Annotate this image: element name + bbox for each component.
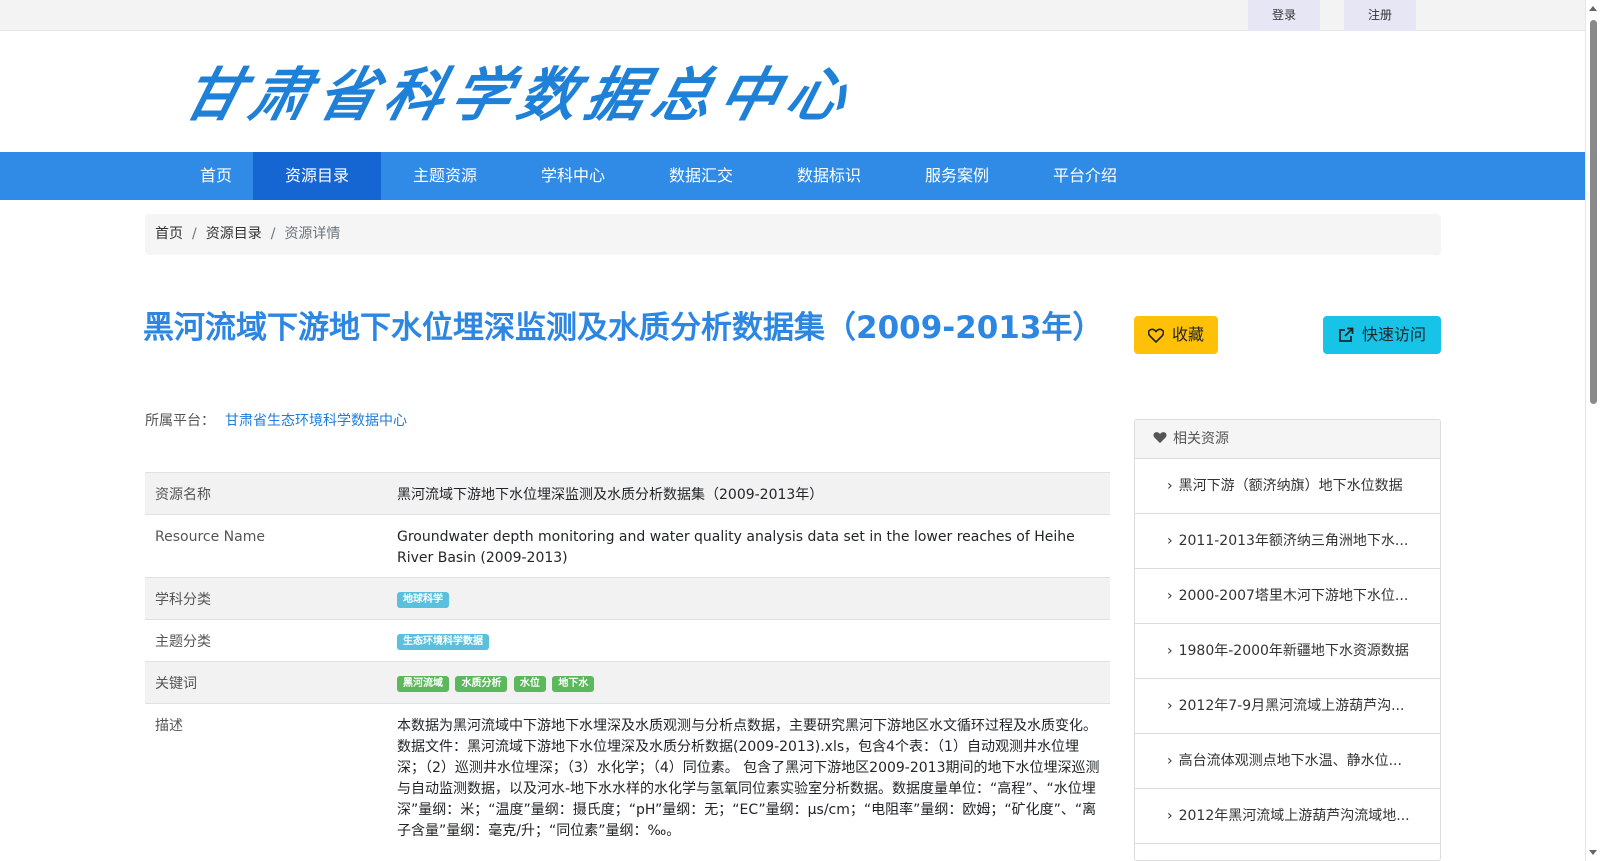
scroll-up-arrow[interactable] xyxy=(1589,6,1597,11)
keyword-tag[interactable]: 水质分析 xyxy=(455,676,508,692)
related-resource-item[interactable]: › 黑河下游（额济纳旗）地下水位数据 xyxy=(1135,459,1440,514)
header-banner: 甘肃省科学数据总中心 xyxy=(0,31,1585,152)
chevron-right-icon: › xyxy=(1167,588,1173,604)
keyword-tags: 黑河流域 水质分析 水位 地下水 xyxy=(387,661,1110,704)
table-row: 描述 本数据为黑河流域中下游地下水埋深及水质观测与分析点数据，主要研究黑河下游地… xyxy=(145,703,1110,850)
table-row: 关键词 黑河流域 水质分析 水位 地下水 xyxy=(145,661,1110,704)
favorite-button[interactable]: 收藏 xyxy=(1134,316,1218,354)
chevron-right-icon: › xyxy=(1167,533,1173,549)
chevron-right-icon: › xyxy=(1167,478,1173,494)
related-resource-item[interactable]: › 2000-2007塔里木河下游地下水位... xyxy=(1135,569,1440,624)
resource-name-value: 黑河流域下游地下水位埋深监测及水质分析数据集（2009-2013年） xyxy=(387,472,1110,515)
favorite-label: 收藏 xyxy=(1171,325,1204,344)
nav-item-about[interactable]: 平台介绍 xyxy=(1021,152,1149,200)
nav-item-home[interactable]: 首页 xyxy=(171,152,261,200)
related-resource-title: 2012年黑河流域上游葫芦沟流域地... xyxy=(1178,808,1410,824)
description-label: 描述 xyxy=(145,703,387,850)
chevron-right-icon: › xyxy=(1167,698,1173,714)
nav-item-themes[interactable]: 主题资源 xyxy=(381,152,509,200)
resource-detail-table: 资源名称 黑河流域下游地下水位埋深监测及水质分析数据集（2009-2013年） … xyxy=(145,472,1110,850)
table-row: 学科分类 地球科学 xyxy=(145,577,1110,620)
scrollbar-thumb[interactable] xyxy=(1590,20,1597,404)
related-resources-panel: 相关资源 › 黑河下游（额济纳旗）地下水位数据 › 2011-2013年额济纳三角洲… xyxy=(1134,419,1441,861)
page-scrollbar[interactable] xyxy=(1585,0,1600,861)
related-resource-item[interactable]: › 高台流体观测点地下水温、静水位... xyxy=(1135,734,1440,789)
platform-info: 所属平台： 甘肃省生态环境科学数据中心 xyxy=(145,410,407,430)
nav-item-data-identifier[interactable]: 数据标识 xyxy=(765,152,893,200)
theme-tag[interactable]: 生态环境科学数据 xyxy=(397,634,489,650)
quick-access-button[interactable]: 快速访问 xyxy=(1323,316,1441,354)
related-resource-title: 黑河下游（额济纳旗）地下水位数据 xyxy=(1178,478,1403,494)
keyword-tag[interactable]: 地下水 xyxy=(552,676,595,692)
external-link-icon xyxy=(1339,327,1354,342)
page-title: 黑河流域下游地下水位埋深监测及水质分析数据集（2009-2013年） xyxy=(143,310,1104,346)
heart-icon xyxy=(1153,432,1167,444)
chevron-right-icon: › xyxy=(1167,753,1173,769)
breadcrumb-separator: / xyxy=(192,226,197,242)
register-button[interactable]: 注册 xyxy=(1344,0,1416,31)
platform-link[interactable]: 甘肃省生态环境科学数据中心 xyxy=(225,413,407,429)
quick-access-label: 快速访问 xyxy=(1361,325,1426,344)
subject-tags: 地球科学 xyxy=(387,577,1110,620)
breadcrumb-separator: / xyxy=(270,226,276,242)
top-bar: 登录 注册 xyxy=(0,0,1585,31)
nav-item-disciplines[interactable]: 学科中心 xyxy=(509,152,637,200)
keywords-label: 关键词 xyxy=(145,661,387,704)
description-value: 本数据为黑河流域中下游地下水埋深及水质观测与分析点数据，主要研究黑河下游地区水文… xyxy=(387,703,1110,850)
related-resources-title: 相关资源 xyxy=(1173,431,1229,447)
chevron-right-icon: › xyxy=(1167,808,1173,824)
chevron-right-icon: › xyxy=(1167,643,1173,659)
related-resource-item[interactable]: › 1980年-2000年新疆地下水资源数据 xyxy=(1135,624,1440,679)
login-button[interactable]: 登录 xyxy=(1248,0,1320,31)
keyword-tag[interactable]: 黑河流域 xyxy=(397,676,449,692)
subject-tag[interactable]: 地球科学 xyxy=(397,592,449,608)
related-resource-title: 2011-2013年额济纳三角洲地下水... xyxy=(1178,533,1409,549)
related-resource-item[interactable]: › 2011-2013年额济纳三角洲地下水... xyxy=(1135,514,1440,569)
related-resource-title: 2012年7-9月黑河流域上游葫芦沟... xyxy=(1178,698,1405,714)
table-row: 主题分类 生态环境科学数据 xyxy=(145,619,1110,662)
keyword-tag[interactable]: 水位 xyxy=(513,676,546,692)
related-resource-item[interactable]: › 2012年黑河流域上游葫芦沟流域地... xyxy=(1135,789,1440,844)
theme-tags: 生态环境科学数据 xyxy=(387,619,1110,662)
resource-name-en-label: Resource Name xyxy=(145,514,387,578)
nav-item-data-submission[interactable]: 数据汇交 xyxy=(637,152,765,200)
subject-label: 学科分类 xyxy=(145,577,387,620)
main-nav: 首页 资源目录 主题资源 学科中心 数据汇交 数据标识 服务案例 平台介绍 xyxy=(0,152,1585,200)
theme-label: 主题分类 xyxy=(145,619,387,662)
related-resource-title: 2000-2007塔里木河下游地下水位... xyxy=(1178,588,1409,604)
nav-item-service-cases[interactable]: 服务案例 xyxy=(893,152,1021,200)
platform-label: 所属平台： xyxy=(145,413,215,429)
breadcrumb-home[interactable]: 首页 xyxy=(155,226,183,242)
related-resource-title: 1980年-2000年新疆地下水资源数据 xyxy=(1178,643,1409,659)
table-row: 资源名称 黑河流域下游地下水位埋深监测及水质分析数据集（2009-2013年） xyxy=(145,472,1110,515)
breadcrumb: 首页 / 资源目录 / 资源详情 xyxy=(145,214,1441,255)
breadcrumb-current: 资源详情 xyxy=(284,226,341,242)
table-row: Resource Name Groundwater depth monitori… xyxy=(145,514,1110,578)
site-logo-text: 甘肃省科学数据总中心 xyxy=(176,61,864,129)
breadcrumb-catalog[interactable]: 资源目录 xyxy=(206,226,262,242)
related-resource-item[interactable]: › 2012年7-9月黑河流域上游葫芦沟... xyxy=(1135,679,1440,734)
resource-name-en-value: Groundwater depth monitoring and water q… xyxy=(387,514,1110,578)
scroll-down-arrow[interactable] xyxy=(1589,850,1597,855)
heart-icon xyxy=(1147,328,1165,344)
related-resources-header: 相关资源 xyxy=(1135,420,1440,459)
related-resource-title: 高台流体观测点地下水温、静水位... xyxy=(1178,753,1402,769)
resource-name-label: 资源名称 xyxy=(145,472,387,515)
nav-item-catalog[interactable]: 资源目录 xyxy=(253,152,381,200)
site-logo[interactable]: 甘肃省科学数据总中心 xyxy=(176,55,863,129)
